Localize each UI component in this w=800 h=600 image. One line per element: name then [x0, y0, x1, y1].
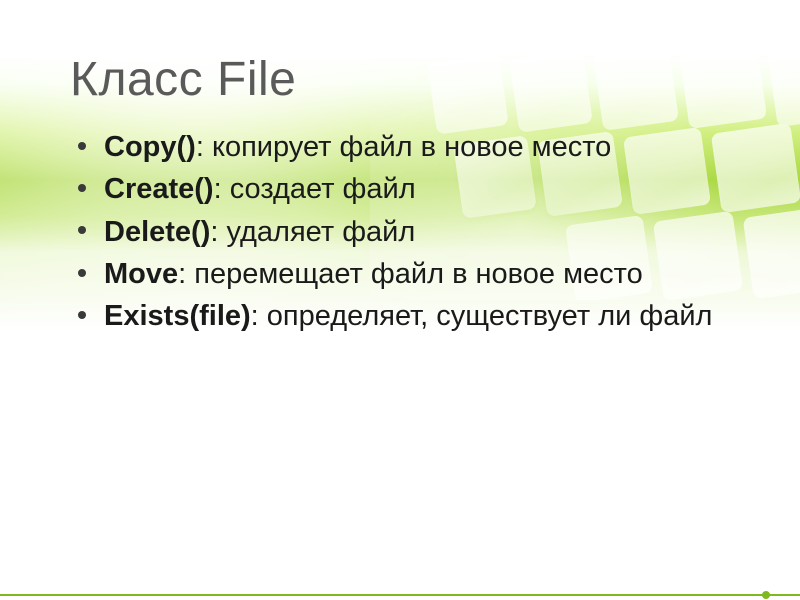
method-name: Delete()	[104, 216, 210, 248]
method-desc: : создает файл	[214, 173, 416, 205]
method-name: Exists(file)	[104, 300, 251, 332]
list-item: Copy(): копирует файл в новое место	[78, 129, 760, 165]
footer-dot	[762, 591, 770, 599]
method-name: Create()	[104, 173, 214, 205]
footer-line	[0, 594, 800, 596]
bullet-list: Copy(): копирует файл в новое место Crea…	[70, 129, 760, 334]
slide-content: Класс File Copy(): копирует файл в новое…	[70, 52, 760, 340]
slide: Класс File Copy(): копирует файл в новое…	[0, 0, 800, 600]
method-desc: : перемещает файл в новое место	[178, 258, 643, 290]
slide-title: Класс File	[70, 52, 760, 107]
list-item: Exists(file): определяет, существует ли …	[78, 298, 760, 334]
method-name: Copy()	[104, 131, 196, 163]
method-desc: : копирует файл в новое место	[196, 131, 611, 163]
list-item: Create(): создает файл	[78, 171, 760, 207]
method-desc: : определяет, существует ли файл	[251, 300, 713, 332]
list-item: Delete(): удаляет файл	[78, 214, 760, 250]
method-name: Move	[104, 258, 178, 290]
list-item: Move: перемещает файл в новое место	[78, 256, 760, 292]
method-desc: : удаляет файл	[210, 216, 415, 248]
